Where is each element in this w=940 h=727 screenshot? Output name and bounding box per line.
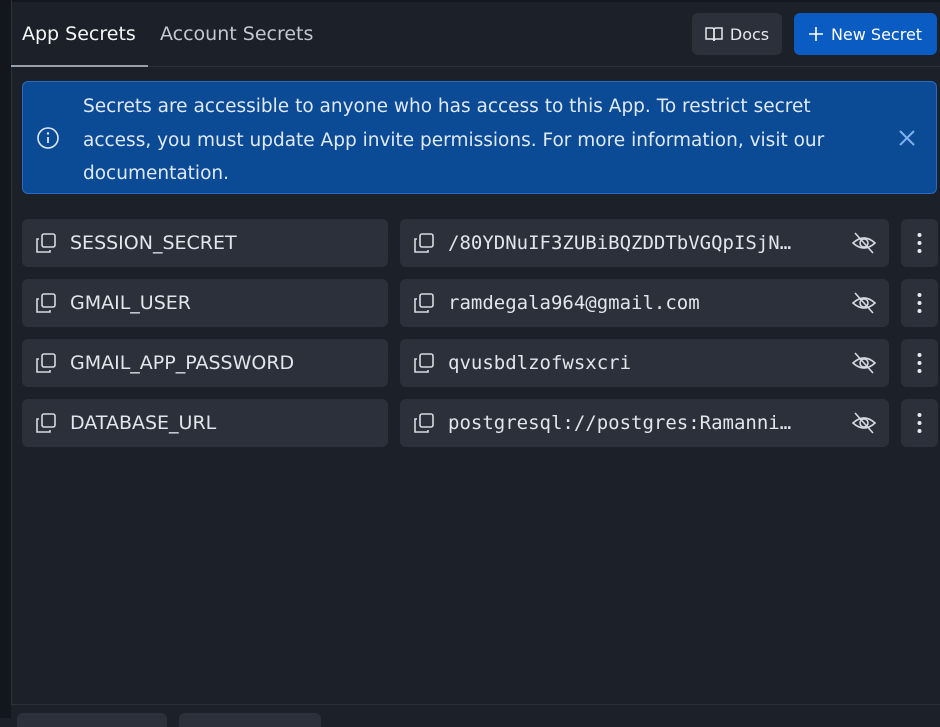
more-vertical-icon: [917, 413, 922, 433]
copy-icon[interactable]: [35, 352, 57, 374]
secret-value-cell: postgresql://postgres:Ramanni…: [400, 399, 889, 447]
bottom-tab[interactable]: [17, 713, 167, 727]
secret-menu-button[interactable]: [901, 399, 938, 447]
secret-key-cell: GMAIL_APP_PASSWORD: [22, 339, 388, 387]
secret-row: GMAIL_APP_PASSWORD qvusbdlzofwsxcri: [22, 339, 940, 387]
left-panel-edge: [0, 0, 12, 718]
more-vertical-icon: [917, 353, 922, 373]
info-icon: [37, 127, 59, 149]
secret-key: DATABASE_URL: [70, 412, 217, 434]
new-secret-label: New Secret: [830, 24, 923, 44]
bottom-bar: [11, 704, 940, 727]
copy-icon[interactable]: [35, 292, 57, 314]
copy-icon[interactable]: [35, 412, 57, 434]
secret-key: GMAIL_APP_PASSWORD: [70, 352, 295, 374]
tab-app-secrets[interactable]: App Secrets: [22, 2, 136, 66]
secret-value-cell: /80YDNuIF3ZUBiBQZDDTbVGQpISjN…: [400, 219, 889, 267]
secret-value: /80YDNuIF3ZUBiBQZDDTbVGQpISjN…: [448, 232, 792, 254]
secret-key-cell: DATABASE_URL: [22, 399, 388, 447]
docs-button[interactable]: Docs: [692, 13, 782, 55]
more-vertical-icon: [917, 233, 922, 253]
copy-icon[interactable]: [413, 352, 435, 374]
copy-icon[interactable]: [413, 292, 435, 314]
copy-icon[interactable]: [413, 412, 435, 434]
docs-label: Docs: [729, 24, 770, 44]
secret-row: DATABASE_URL postgresql://postgres:Raman…: [22, 399, 940, 447]
secret-value: ramdegala964@gmail.com: [448, 292, 700, 314]
plus-icon: [808, 27, 823, 41]
close-icon[interactable]: [896, 127, 918, 149]
secret-value: postgresql://postgres:Ramanni…: [448, 412, 792, 434]
active-tab-indicator: [11, 65, 148, 67]
bottom-tab[interactable]: [179, 713, 321, 727]
eye-off-icon[interactable]: [851, 231, 877, 255]
secret-value: qvusbdlzofwsxcri: [448, 352, 632, 374]
banner-message: Secrets are accessible to anyone who has…: [83, 96, 825, 184]
secret-value-cell: ramdegala964@gmail.com: [400, 279, 889, 327]
new-secret-button[interactable]: New Secret: [794, 13, 937, 55]
copy-icon[interactable]: [35, 232, 57, 254]
secret-row: GMAIL_USER ramdegala964@gmail.com: [22, 279, 940, 327]
secret-key: SESSION_SECRET: [70, 232, 237, 254]
secret-menu-button[interactable]: [901, 339, 938, 387]
eye-off-icon[interactable]: [851, 411, 877, 435]
secret-menu-button[interactable]: [901, 279, 938, 327]
permissions-info-banner: Secrets are accessible to anyone who has…: [22, 81, 937, 194]
secret-key: GMAIL_USER: [70, 292, 191, 314]
eye-off-icon[interactable]: [851, 351, 877, 375]
book-icon: [705, 27, 723, 42]
copy-icon[interactable]: [413, 232, 435, 254]
eye-off-icon[interactable]: [851, 291, 877, 315]
secret-row: SESSION_SECRET /80YDNuIF3ZUBiBQZDDTbVGQp…: [22, 219, 940, 267]
secret-key-cell: GMAIL_USER: [22, 279, 388, 327]
secret-key-cell: SESSION_SECRET: [22, 219, 388, 267]
more-vertical-icon: [917, 293, 922, 313]
secret-menu-button[interactable]: [901, 219, 938, 267]
secret-value-cell: qvusbdlzofwsxcri: [400, 339, 889, 387]
tab-account-secrets[interactable]: Account Secrets: [160, 2, 313, 66]
